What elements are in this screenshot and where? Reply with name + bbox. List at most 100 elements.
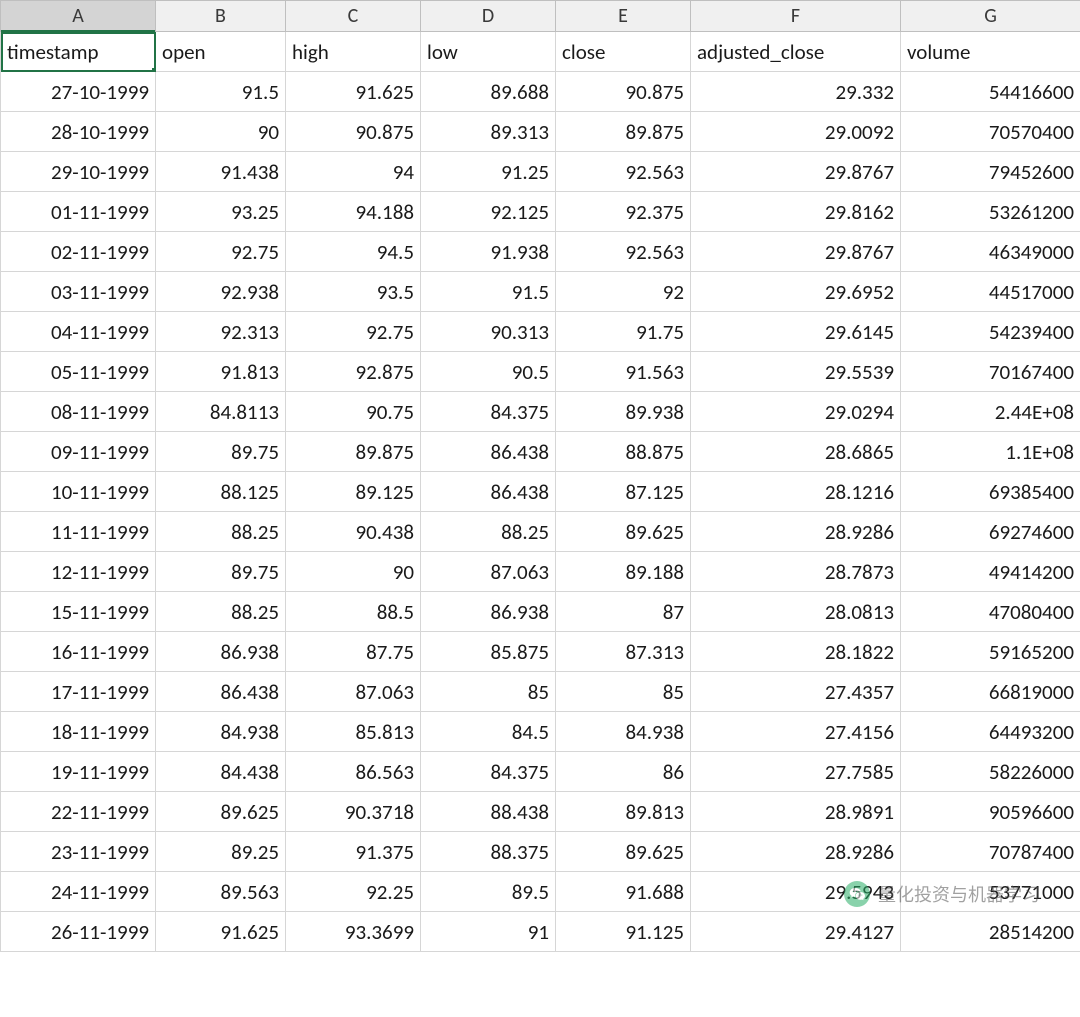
cell[interactable]: 91.125 — [556, 912, 691, 952]
cell[interactable]: 28514200 — [901, 912, 1080, 952]
cell[interactable]: 10-11-1999 — [1, 472, 156, 512]
cell[interactable]: 86.938 — [156, 632, 286, 672]
cell[interactable]: open — [156, 32, 286, 72]
cell[interactable]: 86.563 — [286, 752, 421, 792]
cell[interactable]: 84.5 — [421, 712, 556, 752]
cell[interactable]: 91.625 — [156, 912, 286, 952]
cell[interactable]: 91.375 — [286, 832, 421, 872]
cell[interactable]: 91.813 — [156, 352, 286, 392]
cell[interactable]: 28.6865 — [691, 432, 901, 472]
cell[interactable]: 88.438 — [421, 792, 556, 832]
cell[interactable]: 92.375 — [556, 192, 691, 232]
cell[interactable]: volume — [901, 32, 1080, 72]
cell[interactable]: 88.125 — [156, 472, 286, 512]
col-header-A[interactable]: A — [1, 1, 156, 32]
cell[interactable]: 18-11-1999 — [1, 712, 156, 752]
cell[interactable]: 05-11-1999 — [1, 352, 156, 392]
cell[interactable]: 28.9286 — [691, 832, 901, 872]
cell[interactable]: 91 — [421, 912, 556, 952]
cell[interactable]: 90 — [156, 112, 286, 152]
cell[interactable]: 29.8162 — [691, 192, 901, 232]
cell[interactable]: 27-10-1999 — [1, 72, 156, 112]
cell[interactable]: 94.5 — [286, 232, 421, 272]
cell[interactable]: 92 — [556, 272, 691, 312]
cell[interactable]: 84.375 — [421, 752, 556, 792]
cell[interactable]: 87.063 — [286, 672, 421, 712]
cell[interactable]: 91.625 — [286, 72, 421, 112]
cell[interactable]: 92.313 — [156, 312, 286, 352]
cell[interactable]: 86.438 — [421, 432, 556, 472]
cell[interactable]: 29.8767 — [691, 232, 901, 272]
cell[interactable]: close — [556, 32, 691, 72]
cell[interactable]: 93.3699 — [286, 912, 421, 952]
cell[interactable]: 89.5 — [421, 872, 556, 912]
cell[interactable]: 91.75 — [556, 312, 691, 352]
cell[interactable]: 54416600 — [901, 72, 1080, 112]
cell[interactable]: 90.875 — [556, 72, 691, 112]
cell[interactable]: 03-11-1999 — [1, 272, 156, 312]
cell[interactable]: 90.5 — [421, 352, 556, 392]
cell[interactable]: 28.9286 — [691, 512, 901, 552]
cell[interactable]: 27.4357 — [691, 672, 901, 712]
col-header-B[interactable]: B — [156, 1, 286, 32]
cell[interactable]: 29.332 — [691, 72, 901, 112]
cell[interactable]: 92.75 — [156, 232, 286, 272]
cell[interactable]: 84.938 — [556, 712, 691, 752]
cell[interactable]: 89.688 — [421, 72, 556, 112]
cell[interactable]: 70167400 — [901, 352, 1080, 392]
cell[interactable]: 29.6952 — [691, 272, 901, 312]
cell[interactable]: 28.1216 — [691, 472, 901, 512]
cell[interactable]: 08-11-1999 — [1, 392, 156, 432]
cell[interactable]: 27.4156 — [691, 712, 901, 752]
cell[interactable]: 16-11-1999 — [1, 632, 156, 672]
cell[interactable]: 93.25 — [156, 192, 286, 232]
cell[interactable]: 01-11-1999 — [1, 192, 156, 232]
spreadsheet[interactable]: A B C D E F G timestamp open high low cl… — [0, 0, 1080, 952]
cell[interactable]: 47080400 — [901, 592, 1080, 632]
cell[interactable]: 17-11-1999 — [1, 672, 156, 712]
cell[interactable]: 15-11-1999 — [1, 592, 156, 632]
cell[interactable]: 90.313 — [421, 312, 556, 352]
cell[interactable]: 27.7585 — [691, 752, 901, 792]
cell[interactable]: 89.75 — [156, 432, 286, 472]
cell[interactable]: 44517000 — [901, 272, 1080, 312]
cell[interactable]: 90.75 — [286, 392, 421, 432]
cell[interactable]: 86.438 — [156, 672, 286, 712]
cell[interactable]: 91.5 — [421, 272, 556, 312]
cell[interactable]: 19-11-1999 — [1, 752, 156, 792]
cell[interactable]: 89.625 — [556, 832, 691, 872]
cell[interactable]: 53771000 — [901, 872, 1080, 912]
cell[interactable]: 69274600 — [901, 512, 1080, 552]
cell[interactable]: 93.5 — [286, 272, 421, 312]
cell[interactable]: 89.875 — [556, 112, 691, 152]
col-header-F[interactable]: F — [691, 1, 901, 32]
col-header-E[interactable]: E — [556, 1, 691, 32]
cell[interactable]: 92.875 — [286, 352, 421, 392]
cell[interactable]: 89.875 — [286, 432, 421, 472]
cell[interactable]: 91.25 — [421, 152, 556, 192]
cell[interactable]: 88.25 — [156, 592, 286, 632]
cell[interactable]: 79452600 — [901, 152, 1080, 192]
cell[interactable]: 66819000 — [901, 672, 1080, 712]
cell[interactable]: adjusted_close — [691, 32, 901, 72]
cell[interactable]: 90596600 — [901, 792, 1080, 832]
cell[interactable]: 23-11-1999 — [1, 832, 156, 872]
cell[interactable]: 85 — [421, 672, 556, 712]
cell[interactable]: 59165200 — [901, 632, 1080, 672]
cell[interactable]: 88.875 — [556, 432, 691, 472]
cell[interactable]: 89.625 — [156, 792, 286, 832]
cell[interactable]: 90.875 — [286, 112, 421, 152]
cell[interactable]: 84.375 — [421, 392, 556, 432]
cell[interactable]: 89.25 — [156, 832, 286, 872]
cell[interactable]: 89.625 — [556, 512, 691, 552]
cell[interactable]: 49414200 — [901, 552, 1080, 592]
cell[interactable]: 87.063 — [421, 552, 556, 592]
cell[interactable]: 85 — [556, 672, 691, 712]
cell[interactable]: 84.8113 — [156, 392, 286, 432]
cell[interactable]: 04-11-1999 — [1, 312, 156, 352]
cell[interactable]: 86 — [556, 752, 691, 792]
cell[interactable]: 92.938 — [156, 272, 286, 312]
cell[interactable]: 91.688 — [556, 872, 691, 912]
cell[interactable]: 1.1E+08 — [901, 432, 1080, 472]
cell[interactable]: 70787400 — [901, 832, 1080, 872]
